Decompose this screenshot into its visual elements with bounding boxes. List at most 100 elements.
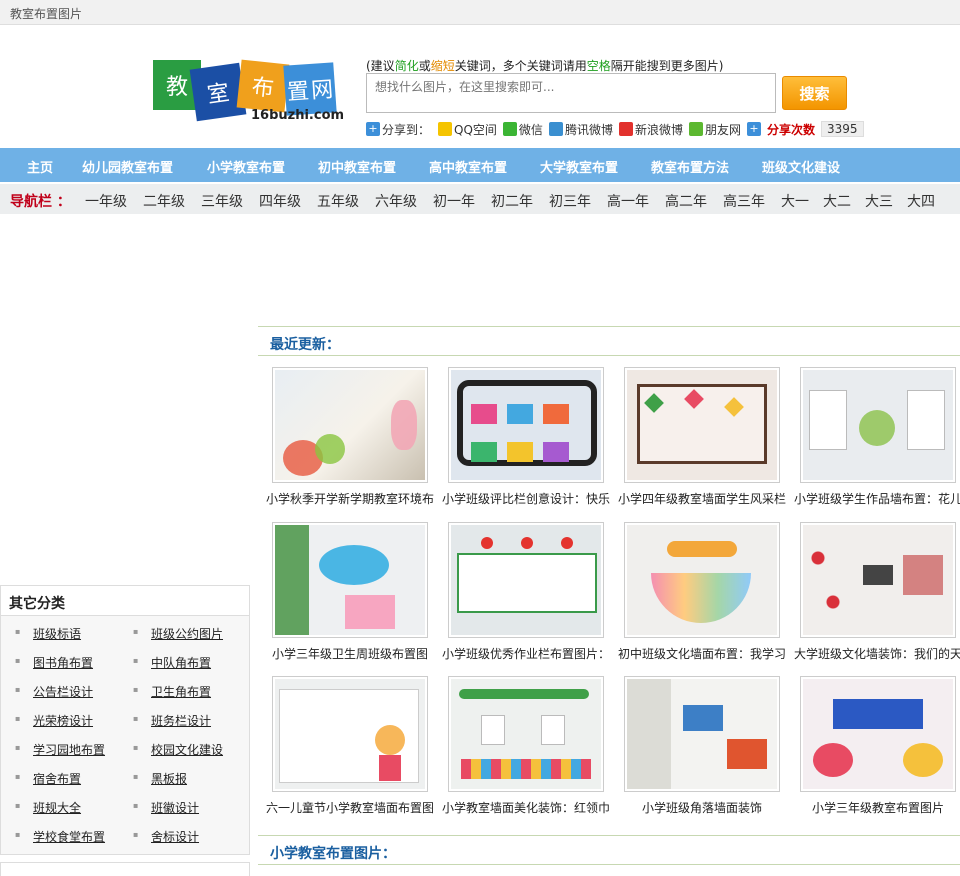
gallery-item[interactable]: 大学班级文化墙装饰：我们的天空	[794, 522, 960, 661]
subnav-item[interactable]: 大四	[907, 191, 935, 211]
thumbnail[interactable]	[448, 367, 604, 483]
thumbnail-caption[interactable]: 大学班级文化墙装饰：我们的天空	[794, 645, 960, 662]
thumbnail[interactable]	[272, 676, 428, 792]
sidebar-item[interactable]: 光荣榜设计	[15, 712, 93, 729]
subnav-item[interactable]: 初二年	[491, 191, 533, 211]
sidebar-next-box	[0, 862, 250, 876]
plus-icon[interactable]: +	[366, 122, 380, 136]
thumbnail-caption[interactable]: 小学教室墙面美化装饰：红领巾	[442, 799, 610, 816]
subnav-item[interactable]: 高二年	[665, 191, 707, 211]
page-title: 教室布置图片	[10, 7, 83, 21]
subnav-item[interactable]: 三年级	[201, 191, 243, 211]
thumbnail-caption[interactable]: 小学三年级教室布置图片	[794, 799, 960, 816]
gallery-item[interactable]: 小学三年级教室布置图片	[800, 676, 956, 815]
sidebar-title: 其它分类	[1, 586, 249, 616]
thumbnail-caption[interactable]: 小学班级评比栏创意设计：快乐列车	[442, 490, 610, 507]
thumbnail-caption[interactable]: 小学秋季开学新学期教室环境布置	[266, 490, 434, 507]
subnav-item[interactable]: 初三年	[549, 191, 591, 211]
thumbnail[interactable]	[448, 522, 604, 638]
sidebar-item[interactable]: 班徽设计	[133, 799, 199, 816]
thumbnail-caption[interactable]: 初中班级文化墙面布置：我学习我快乐	[618, 645, 786, 662]
thumbnail[interactable]	[624, 676, 780, 792]
sidebar-item[interactable]: 学习园地布置	[15, 741, 105, 758]
subnav-item[interactable]: 初一年	[433, 191, 475, 211]
sidebar-item[interactable]: 中队角布置	[133, 654, 211, 671]
share-bar: + 分享到： QQ空间 微信 腾讯微博 新浪微博 朋友网 + 分享次数 3395	[366, 120, 864, 138]
share-label: 分享到：	[382, 122, 431, 137]
thumbnail[interactable]	[624, 367, 780, 483]
qzone-icon	[438, 122, 453, 136]
nav-senior[interactable]: 高中教室布置	[429, 157, 507, 176]
sidebar-other-categories: 其它分类 班级标语 班级公约图片 图书角布置 中队角布置 公告栏设计 卫生角布置…	[0, 585, 250, 855]
nav-university[interactable]: 大学教室布置	[540, 157, 618, 176]
nav-home[interactable]: 主页	[27, 157, 53, 176]
gallery-item[interactable]: 小学班级优秀作业栏布置图片：	[442, 522, 610, 661]
gallery-item[interactable]: 小学教室墙面美化装饰：红领巾	[442, 676, 610, 815]
sidebar-item[interactable]: 黑板报	[133, 770, 187, 787]
gallery-item[interactable]: 小学四年级教室墙面学生风采栏	[618, 367, 786, 506]
search-input[interactable]	[366, 73, 776, 113]
gallery-item[interactable]: 小学三年级卫生周班级布置图	[272, 522, 428, 661]
subnav-item[interactable]: 一年级	[85, 191, 127, 211]
nav-methods[interactable]: 教室布置方法	[651, 157, 729, 176]
search-button[interactable]: 搜索	[782, 76, 847, 110]
thumbnail-caption[interactable]: 小学班级学生作品墙布置：花儿朵朵	[794, 490, 960, 507]
sidebar-item[interactable]: 校园文化建设	[133, 741, 223, 758]
subnav-item[interactable]: 四年级	[259, 191, 301, 211]
sidebar-item[interactable]: 班级公约图片	[133, 625, 223, 642]
thumbnail-caption[interactable]: 小学三年级卫生周班级布置图	[266, 645, 434, 662]
subnav-item[interactable]: 五年级	[317, 191, 359, 211]
subnav-item[interactable]: 高三年	[723, 191, 765, 211]
gallery-item[interactable]: 小学班级学生作品墙布置：花儿朵朵	[794, 367, 960, 506]
hint-highlight: 空格	[586, 59, 611, 73]
thumbnail-caption[interactable]: 六一儿童节小学教室墙面布置图	[266, 799, 434, 816]
sidebar-item[interactable]: 图书角布置	[15, 654, 93, 671]
share-item-label: 朋友网	[704, 122, 741, 137]
nav-kindergarten[interactable]: 幼儿园教室布置	[82, 157, 173, 176]
gallery-item[interactable]: 小学班级评比栏创意设计：快乐列车	[442, 367, 610, 506]
thumbnail[interactable]	[272, 522, 428, 638]
thumbnail[interactable]	[448, 676, 604, 792]
sidebar-item[interactable]: 班务栏设计	[133, 712, 211, 729]
subnav-item[interactable]: 大一	[781, 191, 809, 211]
nav-junior[interactable]: 初中教室布置	[318, 157, 396, 176]
gallery-item[interactable]: 初中班级文化墙面布置：我学习我快乐	[618, 522, 786, 661]
subnav-item[interactable]: 大二	[823, 191, 851, 211]
share-wechat[interactable]: 微信	[502, 121, 543, 138]
share-item-label: 腾讯微博	[564, 122, 613, 137]
plus-icon[interactable]: +	[746, 122, 761, 136]
nav-class-culture[interactable]: 班级文化建设	[762, 157, 840, 176]
subnav-item[interactable]: 二年级	[143, 191, 185, 211]
subnav-item[interactable]: 六年级	[375, 191, 417, 211]
nav-primary[interactable]: 小学教室布置	[207, 157, 285, 176]
thumbnail[interactable]	[800, 522, 956, 638]
sidebar-item[interactable]: 班级标语	[15, 625, 81, 642]
thumbnail[interactable]	[800, 676, 956, 792]
subnav-item[interactable]: 大三	[865, 191, 893, 211]
gallery-item[interactable]: 六一儿童节小学教室墙面布置图	[266, 676, 434, 815]
share-qzone[interactable]: QQ空间	[438, 121, 497, 138]
thumbnail-caption[interactable]: 小学班级角落墙面装饰	[618, 799, 786, 816]
thumbnail-caption[interactable]: 小学四年级教室墙面学生风采栏	[618, 490, 786, 507]
sub-nav: 导航栏 ： 一年级 二年级 三年级 四年级 五年级 六年级 初一年 初二年 初三…	[0, 184, 960, 214]
share-tencent-weibo[interactable]: 腾讯微博	[548, 121, 613, 138]
thumbnail[interactable]	[272, 367, 428, 483]
sidebar-item[interactable]: 学校食堂布置	[15, 828, 105, 845]
sidebar-item[interactable]: 宿舍布置	[15, 770, 81, 787]
sidebar-item[interactable]: 班规大全	[15, 799, 81, 816]
sidebar-item[interactable]: 舍标设计	[133, 828, 199, 845]
sidebar-item[interactable]: 公告栏设计	[15, 683, 93, 700]
subnav-item[interactable]: 高一年	[607, 191, 649, 211]
thumbnail[interactable]	[800, 367, 956, 483]
thumbnail[interactable]	[624, 522, 780, 638]
gallery-item[interactable]: 小学班级角落墙面装饰	[624, 676, 780, 815]
hint-text: 关键词，多个关键词请用	[454, 59, 587, 73]
site-logo[interactable]: 教 室 布 置网 16buzhi.com	[153, 56, 344, 126]
thumbnail-caption[interactable]: 小学班级优秀作业栏布置图片：	[442, 645, 610, 662]
share-sina-weibo[interactable]: 新浪微博	[618, 121, 683, 138]
gallery-item[interactable]: 小学秋季开学新学期教室环境布置	[266, 367, 434, 506]
wechat-icon	[502, 122, 517, 136]
share-pengyou[interactable]: 朋友网	[688, 121, 741, 138]
sidebar-item[interactable]: 卫生角布置	[133, 683, 211, 700]
hint-text: 或	[418, 59, 431, 73]
